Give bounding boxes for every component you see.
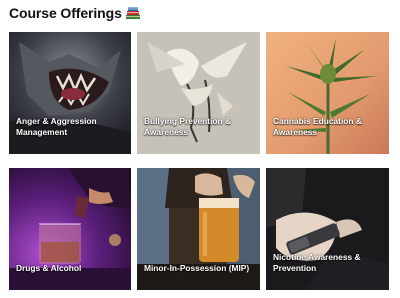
- course-label: Drugs & Alcohol: [16, 263, 82, 273]
- course-card-drugs-alcohol[interactable]: Drugs & Alcohol: [9, 168, 131, 290]
- course-card-nicotine[interactable]: Nicotine Awareness & Prevention: [266, 168, 389, 290]
- course-card-bullying[interactable]: Bullying Prevention & Awareness: [137, 32, 260, 154]
- course-label: Bullying Prevention & Awareness: [144, 116, 232, 137]
- course-card-cannabis[interactable]: Cannabis Education & Awareness: [266, 32, 389, 154]
- course-label: Nicotine Awareness & Prevention: [273, 252, 361, 273]
- course-label: Minor-In-Possession (MIP): [144, 263, 250, 273]
- course-card-minor-in-possession[interactable]: Minor-In-Possession (MIP): [137, 168, 260, 290]
- course-grid: Anger & Aggression Management Bullying P…: [0, 0, 400, 298]
- course-label: Cannabis Education & Awareness: [273, 116, 362, 137]
- course-card-anger-aggression[interactable]: Anger & Aggression Management: [9, 32, 131, 154]
- course-label: Anger & Aggression Management: [16, 116, 97, 137]
